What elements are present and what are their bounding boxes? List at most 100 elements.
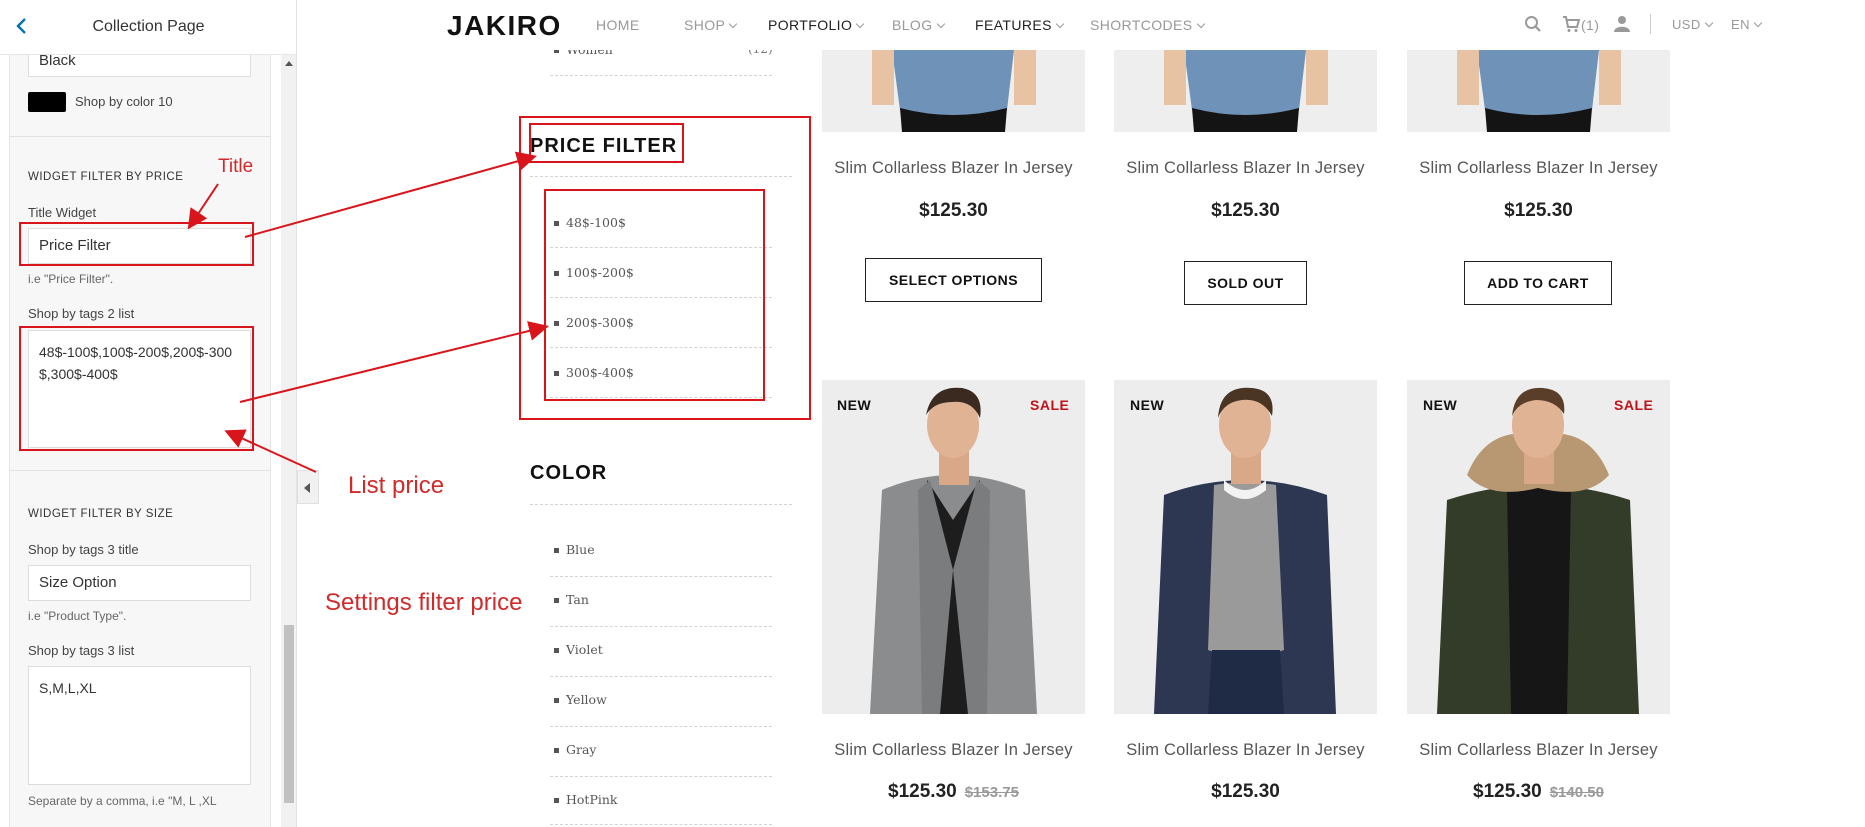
list-highlight-box <box>19 326 254 451</box>
color-filter-item[interactable]: Violet <box>554 642 603 657</box>
divider <box>550 726 772 727</box>
product-name[interactable]: Slim Collarless Blazer In Jersey <box>1114 741 1377 760</box>
product-price: $125.30 $153.75 <box>822 781 1085 803</box>
store-header: JAKIRO HOME SHOP PORTFOLIO BLOG FEATURES… <box>298 0 1865 50</box>
nav-blog[interactable]: BLOG <box>892 17 945 33</box>
nav-portfolio-label: PORTFOLIO <box>768 17 853 33</box>
title-highlight-box <box>19 222 254 266</box>
price-list-highlight-box <box>544 189 765 401</box>
language-select[interactable]: EN <box>1731 17 1763 32</box>
header-divider <box>1650 14 1651 34</box>
color-filter-item[interactable]: HotPink <box>553 792 617 807</box>
price-widget-heading: WIDGET FILTER BY PRICE <box>28 171 184 183</box>
nav-features[interactable]: FEATURES <box>975 17 1065 33</box>
current-price: $125.30 <box>1473 781 1542 802</box>
product-price: $125.30 $140.50 <box>1407 781 1670 803</box>
panel-scrollbar[interactable] <box>281 55 296 827</box>
size-title-hint: i.e "Product Type". <box>28 609 127 623</box>
select-options-button[interactable]: SELECT OPTIONS <box>865 258 1042 302</box>
nav-blog-label: BLOG <box>892 17 933 33</box>
old-price: $140.50 <box>1549 784 1604 801</box>
divider <box>550 626 772 627</box>
sale-badge: SALE <box>1614 397 1654 413</box>
product-name[interactable]: Slim Collarless Blazer In Jersey <box>1407 741 1670 760</box>
size-widget-heading: WIDGET FILTER BY SIZE <box>28 508 174 520</box>
product-name[interactable]: Slim Collarless Blazer In Jersey <box>822 741 1085 760</box>
nav-home-label: HOME <box>596 17 640 33</box>
new-badge: NEW <box>837 397 872 413</box>
user-icon[interactable] <box>1614 15 1630 38</box>
divider <box>9 470 271 471</box>
list-price-annotation: List price <box>348 472 445 499</box>
product-name[interactable]: Slim Collarless Blazer In Jersey <box>1407 159 1670 178</box>
price-title-label: Title Widget <box>28 205 97 220</box>
product-image[interactable] <box>1407 50 1670 132</box>
panel-title: Collection Page <box>92 18 205 35</box>
size-list-hint: Separate by a comma, i.e "M, L ,XL <box>28 794 217 808</box>
divider <box>530 504 792 505</box>
price-title-hint: i.e "Price Filter". <box>28 272 114 286</box>
chevron-down-icon <box>1196 19 1205 29</box>
currency-select[interactable]: USD <box>1672 17 1713 32</box>
collapse-panel-button[interactable] <box>297 470 319 504</box>
product-image[interactable] <box>1114 380 1377 714</box>
product-image[interactable] <box>1114 50 1377 132</box>
store-logo[interactable]: JAKIRO <box>447 10 562 42</box>
cart-count[interactable]: (1) <box>1581 17 1599 33</box>
sold-out-button[interactable]: SOLD OUT <box>1184 261 1307 305</box>
color-filter-item[interactable]: Yellow <box>554 692 607 707</box>
divider <box>550 676 772 677</box>
divider <box>550 576 772 577</box>
currency-label: USD <box>1672 17 1701 32</box>
product-image[interactable] <box>822 50 1085 132</box>
product-price: $125.30 <box>919 200 988 221</box>
new-badge: NEW <box>1423 397 1458 413</box>
chevron-down-icon <box>936 19 945 29</box>
settings-filter-annotation: Settings filter price <box>325 589 523 616</box>
chevron-down-icon <box>1753 18 1763 28</box>
color-filter-item[interactable]: Blue <box>554 542 595 557</box>
size-list-textarea[interactable]: S,M,L,XL <box>28 666 251 785</box>
color-filter-item[interactable]: Tan <box>554 592 589 607</box>
divider <box>550 75 772 76</box>
product-price: $125.30 <box>1114 781 1377 803</box>
size-title-label: Shop by tags 3 title <box>28 542 139 557</box>
nav-home[interactable]: HOME <box>596 17 640 33</box>
back-icon[interactable] <box>10 14 34 38</box>
scroll-up-icon[interactable] <box>285 61 293 66</box>
divider <box>550 824 772 825</box>
product-name[interactable]: Slim Collarless Blazer In Jersey <box>1114 159 1377 178</box>
current-price: $125.30 <box>1211 781 1280 802</box>
old-price: $153.75 <box>964 784 1019 801</box>
color-filter-item[interactable]: Gray <box>553 742 596 757</box>
nav-portfolio[interactable]: PORTFOLIO <box>768 17 865 33</box>
nav-shop[interactable]: SHOP <box>684 17 738 33</box>
language-label: EN <box>1731 17 1750 32</box>
current-price: $125.30 <box>888 781 957 802</box>
chevron-down-icon <box>856 19 865 29</box>
chevron-down-icon <box>1704 18 1713 28</box>
size-title-input[interactable]: Size Option <box>28 565 251 601</box>
nav-features-label: FEATURES <box>975 17 1052 33</box>
divider <box>550 776 772 777</box>
scrollbar-thumb[interactable] <box>284 625 294 803</box>
nav-shortcodes-label: SHORTCODES <box>1090 17 1193 33</box>
color-swatch-label: Shop by color 10 <box>75 94 173 109</box>
color-swatch[interactable] <box>28 92 66 112</box>
price-list-label: Shop by tags 2 list <box>28 306 135 321</box>
new-badge: NEW <box>1130 397 1165 413</box>
color-filter-title: COLOR <box>530 462 608 484</box>
product-image[interactable] <box>1407 380 1670 714</box>
chevron-down-icon <box>1055 19 1065 29</box>
title-annotation: Title <box>218 156 254 177</box>
nav-shortcodes[interactable]: SHORTCODES <box>1090 17 1205 33</box>
cart-icon[interactable] <box>1562 15 1581 38</box>
product-price: $125.30 <box>1211 200 1280 221</box>
product-name[interactable]: Slim Collarless Blazer In Jersey <box>822 159 1085 178</box>
search-icon[interactable] <box>1524 15 1542 38</box>
size-list-label: Shop by tags 3 list <box>28 643 135 658</box>
product-image[interactable] <box>822 380 1085 714</box>
add-to-cart-button[interactable]: ADD TO CART <box>1464 261 1612 305</box>
nav-shop-label: SHOP <box>684 17 726 33</box>
product-price: $125.30 <box>1504 200 1573 221</box>
